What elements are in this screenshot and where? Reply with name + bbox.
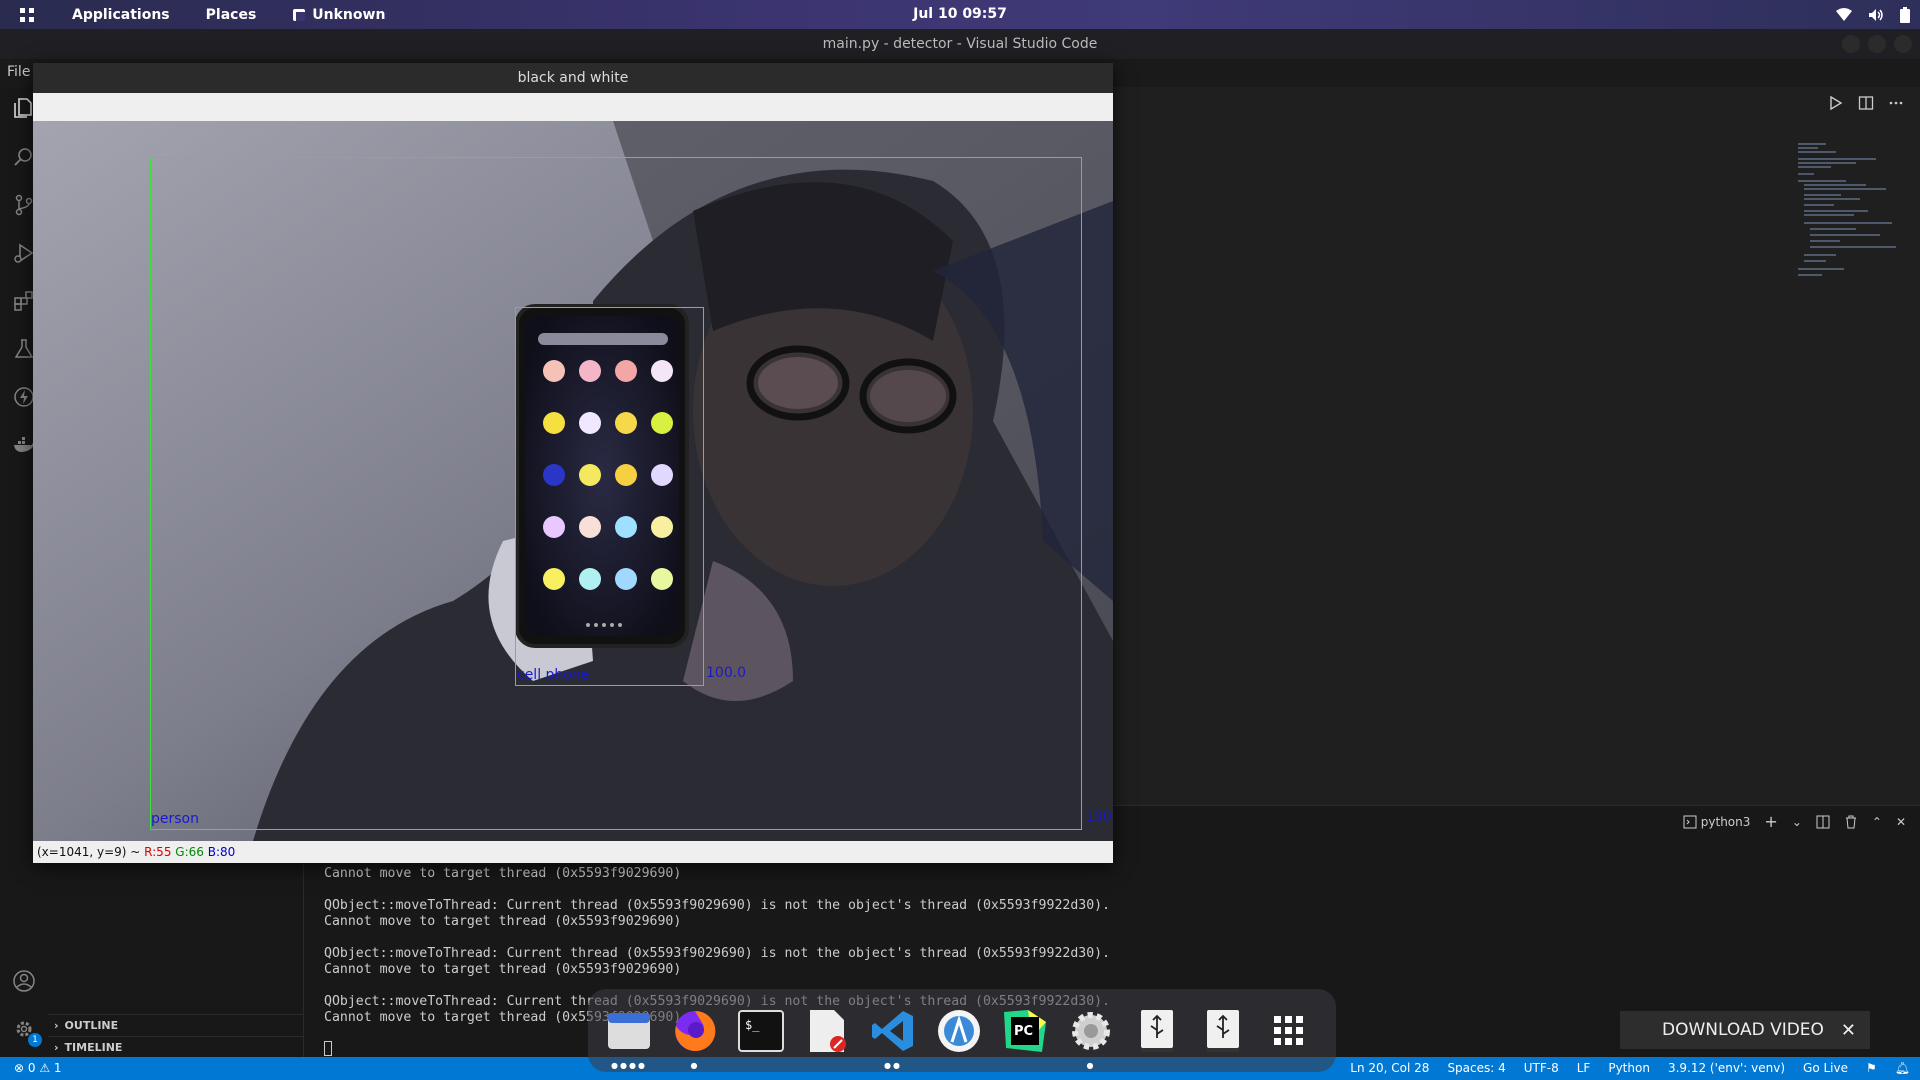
pycharm-icon: PC xyxy=(1004,1009,1046,1052)
dock-pycharm[interactable]: PC xyxy=(992,998,1058,1064)
pixel-green: G:66 xyxy=(175,845,204,859)
app-grid-icon[interactable] xyxy=(0,0,54,29)
places-menu[interactable]: Places xyxy=(188,7,275,23)
person-score: 100 xyxy=(1085,809,1112,825)
minimize-button[interactable] xyxy=(1842,35,1860,53)
vscode-icon xyxy=(872,1010,913,1051)
chevron-up-icon[interactable]: ⌃ xyxy=(1872,815,1882,829)
usb-drive-icon xyxy=(1207,1009,1239,1052)
usb-drive-icon xyxy=(1141,1009,1173,1052)
end-of-line[interactable]: LF xyxy=(1577,1061,1591,1075)
opencv-status-bar: (x=1041, y=9) ~ R:55 G:66 B:80 xyxy=(33,841,1113,863)
battery-icon xyxy=(1900,6,1910,23)
run-python-icon[interactable] xyxy=(1828,95,1844,111)
volume-icon xyxy=(1869,8,1883,21)
dock-usb-drive-2[interactable] xyxy=(1190,998,1256,1064)
dock-settings[interactable]: ● xyxy=(1058,998,1124,1070)
menu-file[interactable]: File xyxy=(7,64,30,80)
android-studio-icon xyxy=(938,1009,980,1052)
pixel-red: R:55 xyxy=(144,845,172,859)
text-editor-icon xyxy=(810,1009,846,1052)
download-video-label[interactable]: DOWNLOAD VIDEO xyxy=(1662,1020,1824,1040)
close-panel-icon[interactable]: ✕ xyxy=(1896,815,1906,829)
settings-badge: 1 xyxy=(28,1033,42,1047)
firefox-icon xyxy=(675,1010,716,1051)
applications-menu[interactable]: Applications xyxy=(54,7,188,23)
go-live-button[interactable]: Go Live xyxy=(1803,1061,1848,1075)
dock-firefox[interactable]: ● xyxy=(662,998,728,1070)
opencv-toolbar xyxy=(33,93,1113,121)
notifications-icon[interactable]: 🔔︎ xyxy=(1895,1061,1910,1075)
terminal-profile-name: python3 xyxy=(1700,814,1751,829)
timeline-label: TIMELINE xyxy=(64,1041,123,1054)
active-window-name: Unknown xyxy=(312,6,386,23)
top-panel: Applications Places Unknown Jul 10 09:57 xyxy=(0,0,1920,29)
cursor-position[interactable]: Ln 20, Col 28 xyxy=(1350,1061,1429,1075)
person-label: person xyxy=(151,811,199,827)
close-button[interactable] xyxy=(1894,35,1912,53)
pixel-blue: B:80 xyxy=(207,845,236,859)
pixel-coordinates: (x=1041, y=9) ~ xyxy=(37,845,145,859)
dock-usb-drive-1[interactable] xyxy=(1124,998,1190,1064)
terminal-icon xyxy=(1683,815,1697,828)
svg-text:PC: PC xyxy=(1014,1024,1033,1039)
download-video-banner[interactable]: DOWNLOAD VIDEO ✕ xyxy=(1620,1011,1870,1049)
cell-phone-detection-box xyxy=(515,307,704,686)
accounts-icon[interactable] xyxy=(8,965,40,997)
language-mode[interactable]: Python xyxy=(1608,1061,1650,1075)
dock-files[interactable]: ●●●● xyxy=(596,998,662,1070)
python-interpreter[interactable]: 3.9.12 ('env': venv) xyxy=(1668,1061,1785,1075)
opencv-window-title: black and white xyxy=(517,70,629,86)
feedback-icon[interactable]: ⚑ xyxy=(1866,1061,1877,1075)
active-window-menu[interactable]: Unknown xyxy=(274,7,403,23)
dock-terminal[interactable]: $_ xyxy=(728,998,794,1064)
close-icon[interactable]: ✕ xyxy=(1841,1020,1856,1041)
split-terminal-icon[interactable] xyxy=(1816,815,1830,829)
dock-vscode[interactable]: ●● xyxy=(860,998,926,1070)
opencv-title-bar[interactable]: black and white xyxy=(33,63,1113,93)
svg-text:$_: $_ xyxy=(745,1018,760,1032)
cell-phone-score: 100.0 xyxy=(706,665,747,681)
split-editor-icon[interactable] xyxy=(1858,95,1874,111)
terminal-app-icon: $_ xyxy=(738,1009,784,1052)
problems-indicator[interactable]: ⊗ 0 ⚠ 1 xyxy=(14,1061,62,1075)
show-apps-grid-icon xyxy=(1274,1015,1303,1045)
outline-section[interactable]: › OUTLINE xyxy=(48,1014,304,1036)
more-actions-icon[interactable] xyxy=(1888,95,1904,111)
terminal-cursor xyxy=(324,1041,332,1056)
opencv-close-button[interactable] xyxy=(1089,69,1107,87)
opencv-minimize-button[interactable] xyxy=(1065,69,1083,87)
vscode-window-title: main.py - detector - Visual Studio Code xyxy=(822,36,1098,52)
timeline-section[interactable]: › TIMELINE xyxy=(48,1036,304,1058)
maximize-button[interactable] xyxy=(1868,35,1886,53)
chevron-right-icon: › xyxy=(54,1041,59,1054)
manage-gear-icon[interactable]: 1 xyxy=(8,1013,42,1047)
panel-toolbar: python3 + ⌄ ⌃ ✕ xyxy=(1683,812,1906,831)
encoding[interactable]: UTF-8 xyxy=(1524,1061,1559,1075)
settings-gear-icon xyxy=(1072,1011,1110,1050)
cell-phone-label: cell phone xyxy=(517,667,590,683)
dock-android-studio[interactable] xyxy=(926,998,992,1064)
chevron-down-icon[interactable]: ⌄ xyxy=(1792,815,1802,829)
vscode-title-bar: main.py - detector - Visual Studio Code xyxy=(0,29,1920,59)
trash-icon[interactable] xyxy=(1844,815,1858,829)
indentation[interactable]: Spaces: 4 xyxy=(1447,1061,1505,1075)
wifi-icon xyxy=(1836,7,1852,21)
window-icon xyxy=(293,8,306,21)
terminal-profile[interactable]: python3 xyxy=(1683,814,1751,829)
dock-text-editor[interactable] xyxy=(794,998,860,1064)
dock: ●●●● ● $_ ●● PC ● xyxy=(588,989,1336,1072)
new-terminal-icon[interactable]: + xyxy=(1764,812,1777,831)
editor-toolbar xyxy=(1828,95,1904,111)
opencv-window[interactable]: black and white person 100 cell phone 10… xyxy=(33,63,1113,863)
files-icon xyxy=(608,1012,650,1049)
outline-label: OUTLINE xyxy=(64,1019,119,1032)
minimap[interactable] xyxy=(1796,139,1906,309)
webcam-frame[interactable]: person 100 cell phone 100.0 xyxy=(33,121,1113,841)
system-tray[interactable] xyxy=(1836,0,1910,29)
chevron-right-icon: › xyxy=(54,1019,59,1032)
dock-show-apps[interactable] xyxy=(1256,998,1322,1064)
